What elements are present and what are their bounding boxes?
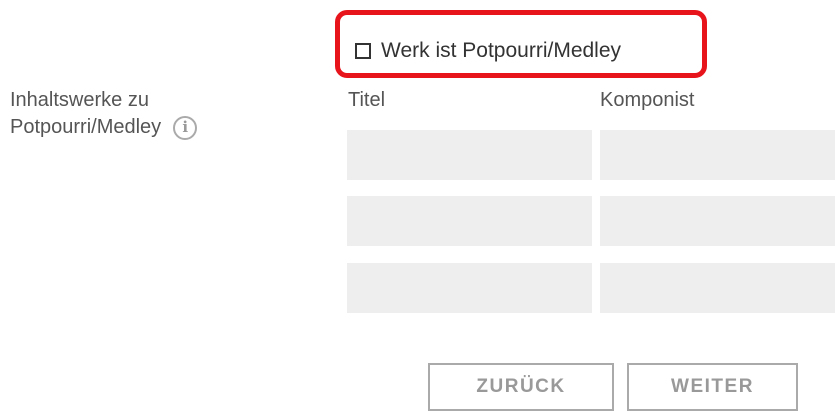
medley-checkbox[interactable] [355, 43, 371, 59]
medley-checkbox-row[interactable]: Werk ist Potpourri/Medley [355, 38, 621, 64]
column-header-titel: Titel [348, 89, 386, 111]
content-works-label-line2: Potpourri/Medley [10, 116, 162, 138]
komponist-input-row-3[interactable] [600, 263, 835, 313]
komponist-input-row-2[interactable] [600, 196, 835, 246]
titel-input-row-2[interactable] [347, 196, 592, 246]
komponist-input-row-1[interactable] [600, 130, 835, 180]
column-header-komponist: Komponist [600, 89, 695, 111]
medley-checkbox-label[interactable]: Werk ist Potpourri/Medley [381, 38, 621, 64]
titel-input-row-1[interactable] [347, 130, 592, 180]
content-works-label-line1: Inhaltswerke zu [10, 89, 149, 111]
content-works-label: Inhaltswerke zu Potpourri/Medley i [10, 87, 198, 141]
back-button[interactable]: ZURÜCK [428, 363, 614, 411]
next-button[interactable]: WEITER [627, 363, 798, 411]
info-icon[interactable]: i [173, 115, 198, 140]
titel-input-row-3[interactable] [347, 263, 592, 313]
content-works-label-line2-row: Potpourri/Medley i [10, 114, 198, 141]
